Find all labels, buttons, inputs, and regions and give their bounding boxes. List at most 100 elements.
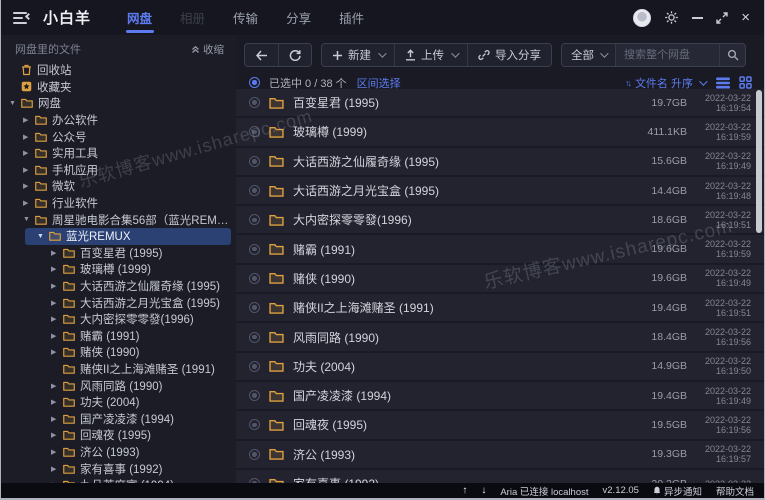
tree-arrow-down-icon[interactable]: ▼ xyxy=(23,216,35,223)
tree-item[interactable]: ▶ 百变星君 (1995) xyxy=(1,245,236,262)
tree-item[interactable]: ▶ 实用工具 xyxy=(1,145,236,162)
tree-item[interactable]: 赌侠II之上海滩赌圣 (1991) xyxy=(1,361,236,378)
file-row[interactable]: 百变星君 (1995) 19.7GB 2022-03-22 16:19:54 xyxy=(236,89,764,117)
tree-arrow-right-icon[interactable]: ▶ xyxy=(23,166,35,174)
row-radio-icon[interactable] xyxy=(249,419,260,431)
tree-arrow-right-icon[interactable]: ▶ xyxy=(51,465,63,473)
close-icon[interactable]: × xyxy=(741,10,750,25)
file-row[interactable]: 风雨同路 (1990) 18.4GB 2022-03-22 16:19:56 xyxy=(236,323,764,351)
tree-item[interactable]: ▶ 公众号 xyxy=(1,128,236,145)
tree-item[interactable]: ▶ 功夫 (2004) xyxy=(1,394,236,411)
file-row[interactable]: 回魂夜 (1995) 19.5GB 2022-03-22 16:19:56 xyxy=(236,411,764,439)
maximize-icon[interactable] xyxy=(716,11,728,24)
row-radio-icon[interactable] xyxy=(249,331,260,343)
file-row[interactable]: 大话西游之仙履奇缘 (1995) 15.6GB 2022-03-22 16:19… xyxy=(236,147,764,175)
tree-arrow-right-icon[interactable]: ▶ xyxy=(51,415,63,423)
settings-gear-icon[interactable] xyxy=(664,10,679,25)
tree-arrow-right-icon[interactable]: ▶ xyxy=(23,149,35,157)
tree-item[interactable]: ▼ 周星驰电影合集56部（蓝光REMUX版）796G xyxy=(1,211,236,228)
search-filter-dropdown[interactable]: 全部 xyxy=(562,44,616,66)
file-row[interactable]: 功夫 (2004) 14.9GB 2022-03-22 16:19:50 xyxy=(236,352,764,380)
import-share-button[interactable]: 导入分享 xyxy=(467,44,551,66)
back-button[interactable] xyxy=(245,44,278,66)
file-row[interactable]: 济公 (1993) 19.3GB 2022-03-22 16:19:57 xyxy=(236,440,764,468)
file-row[interactable]: 国产凌凌漆 (1994) 19.4GB 2022-03-22 16:19:49 xyxy=(236,381,764,410)
grid-view-icon[interactable] xyxy=(739,76,752,89)
tree-item[interactable]: 收藏夹 xyxy=(1,79,236,96)
tab-transfer[interactable]: 传输 xyxy=(219,0,272,35)
file-row[interactable]: 家有喜事 (1992) 20.2GB 2022-03-22 xyxy=(236,469,764,483)
refresh-button[interactable] xyxy=(278,44,311,66)
tree-arrow-right-icon[interactable]: ▶ xyxy=(23,199,35,207)
tab-plugins[interactable]: 插件 xyxy=(325,0,378,35)
tree-arrow-right-icon[interactable]: ▶ xyxy=(23,133,35,141)
row-radio-icon[interactable] xyxy=(249,448,260,460)
tree-item[interactable]: ▶ 家有喜事 (1992) xyxy=(1,460,236,477)
file-row[interactable]: 赌霸 (1991) 19.6GB 2022-03-22 16:19:59 xyxy=(236,235,764,263)
tree-item[interactable]: ▶ 大内密探零零發(1996) xyxy=(1,311,236,328)
row-radio-icon[interactable] xyxy=(249,390,260,402)
tree-item[interactable]: ▶ 济公 (1993) xyxy=(1,444,236,461)
row-radio-icon[interactable] xyxy=(249,185,260,197)
tree-item[interactable]: ▶ 大话西游之月光宝盒 (1995) xyxy=(1,294,236,311)
tree-arrow-right-icon[interactable]: ▶ xyxy=(51,398,63,406)
tree-arrow-right-icon[interactable]: ▶ xyxy=(51,431,63,439)
tree-item[interactable]: ▶ 回魂夜 (1995) xyxy=(1,427,236,444)
tree-item[interactable]: ▶ 赌霸 (1991) xyxy=(1,328,236,345)
tab-share[interactable]: 分享 xyxy=(272,0,325,35)
scrollbar-thumb[interactable] xyxy=(756,90,762,233)
tree-arrow-right-icon[interactable]: ▶ xyxy=(51,348,63,356)
tree-item[interactable]: ▼ 网盘 xyxy=(1,95,236,112)
file-row[interactable]: 赌侠 (1990) 19.6GB 2022-03-22 16:19:49 xyxy=(236,264,764,293)
user-avatar[interactable] xyxy=(633,8,652,27)
tree-arrow-right-icon[interactable]: ▶ xyxy=(23,182,35,190)
tree-item[interactable]: ▶ 国产凌凌漆 (1994) xyxy=(1,410,236,427)
file-row[interactable]: 玻璃樽 (1999) 411.1KB 2022-03-22 16:19:59 xyxy=(236,118,764,146)
row-radio-icon[interactable] xyxy=(249,272,260,284)
minimize-icon[interactable] xyxy=(692,16,704,19)
new-button[interactable]: 新建 xyxy=(322,44,394,66)
tree-item[interactable]: ▶ 赌侠 (1990) xyxy=(1,344,236,361)
async-notify-button[interactable]: 异步通知 xyxy=(653,484,702,498)
row-radio-icon[interactable] xyxy=(249,97,260,109)
search-input[interactable] xyxy=(616,44,719,66)
tree-arrow-right-icon[interactable]: ▶ xyxy=(51,249,63,257)
tree-arrow-right-icon[interactable]: ▶ xyxy=(51,265,63,273)
tree-arrow-right-icon[interactable]: ▶ xyxy=(51,382,63,390)
tree-arrow-down-icon[interactable]: ▼ xyxy=(37,233,49,240)
tree-arrow-right-icon[interactable]: ▶ xyxy=(51,332,63,340)
tree-item[interactable]: ▼ 蓝光REMUX xyxy=(25,227,231,245)
row-radio-icon[interactable] xyxy=(249,360,260,372)
collapse-all-button[interactable]: 收缩 xyxy=(191,42,224,57)
upload-button[interactable]: 上传 xyxy=(394,44,467,66)
tree-item[interactable]: ▶ 风雨同路 (1990) xyxy=(1,377,236,394)
select-all-radio-icon[interactable] xyxy=(249,77,260,88)
tree-item[interactable]: ▶ 手机应用 xyxy=(1,162,236,179)
help-docs-button[interactable]: 帮助文档 xyxy=(716,484,754,498)
row-radio-icon[interactable] xyxy=(249,155,260,167)
sidebar-toggle-icon[interactable] xyxy=(13,11,33,25)
tree-arrow-right-icon[interactable]: ▶ xyxy=(51,315,63,323)
tree-item[interactable]: ▶ 微软 xyxy=(1,178,236,195)
search-button[interactable] xyxy=(719,44,745,66)
tree-item[interactable]: ▶ 玻璃樽 (1999) xyxy=(1,261,236,278)
row-radio-icon[interactable] xyxy=(249,214,260,226)
tree-arrow-right-icon[interactable]: ▶ xyxy=(51,282,63,290)
tree-arrow-right-icon[interactable]: ▶ xyxy=(23,116,35,124)
tab-album[interactable]: 相册 xyxy=(166,0,219,35)
list-view-icon[interactable] xyxy=(716,77,730,89)
file-row[interactable]: 大内密探零零發(1996) 18.6GB 2022-03-22 16:19:51 xyxy=(236,206,764,234)
tree-arrow-right-icon[interactable]: ▶ xyxy=(51,448,63,456)
row-radio-icon[interactable] xyxy=(249,302,260,314)
tree-arrow-right-icon[interactable]: ▶ xyxy=(51,299,63,307)
file-row[interactable]: 赌侠II之上海滩赌圣 (1991) 19.4GB 2022-03-22 16:1… xyxy=(236,294,764,322)
tree-item[interactable]: 回收站 xyxy=(1,62,236,79)
row-radio-icon[interactable] xyxy=(249,126,260,138)
file-row[interactable]: 大话西游之月光宝盒 (1995) 14.4GB 2022-03-22 16:19… xyxy=(236,176,764,205)
row-radio-icon[interactable] xyxy=(249,243,260,255)
tree-item[interactable]: ▶ 行业软件 xyxy=(1,195,236,212)
tree-arrow-down-icon[interactable]: ▼ xyxy=(9,100,21,107)
tree-item[interactable]: ▶ 大话西游之仙履奇缘 (1995) xyxy=(1,278,236,295)
tab-netdisk[interactable]: 网盘 xyxy=(113,0,166,35)
tree-item[interactable]: ▶ 办公软件 xyxy=(1,112,236,129)
